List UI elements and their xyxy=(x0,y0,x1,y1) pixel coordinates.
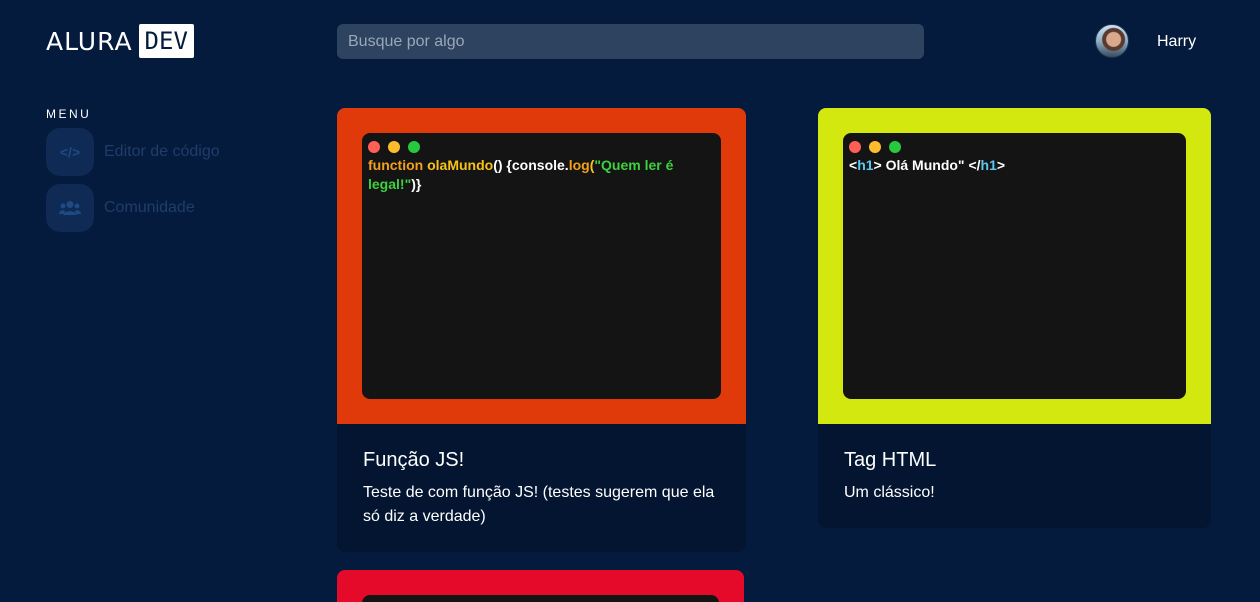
card-title: Tag HTML xyxy=(844,449,937,471)
sidebar-item-editor[interactable]: </> Editor de código xyxy=(46,128,220,176)
logo[interactable]: ALURA DEV xyxy=(46,24,194,58)
code-editor xyxy=(362,595,719,602)
maximize-dot-icon xyxy=(408,141,420,153)
menu-label: MENU xyxy=(46,107,92,121)
code-editor: <h1> Olá Mundo" </h1> xyxy=(843,133,1186,399)
minimize-dot-icon xyxy=(388,141,400,153)
minimize-dot-icon xyxy=(869,141,881,153)
sidebar-item-label: Comunidade xyxy=(104,199,195,216)
avatar[interactable] xyxy=(1095,24,1129,58)
window-dots xyxy=(849,141,1180,153)
card-info: Função JS! Teste de com função JS! (test… xyxy=(337,424,746,552)
code-function-name: olaMundo xyxy=(427,157,494,173)
code-punct: )} xyxy=(411,176,422,192)
card-description: Um clássico! xyxy=(844,484,935,501)
project-card[interactable] xyxy=(337,570,744,602)
logo-badge: DEV xyxy=(138,24,194,58)
close-dot-icon xyxy=(368,141,380,153)
code-editor: function olaMundo() {console.log("Quem l… xyxy=(362,133,721,399)
code-tag: h1 xyxy=(857,157,874,173)
code-punct: () { xyxy=(493,157,512,173)
code-text: > Olá Mundo" </ xyxy=(873,157,981,173)
card-description: Teste de com função JS! (testes sugerem … xyxy=(363,484,715,525)
code-object: console xyxy=(511,157,565,173)
code-keyword: function xyxy=(368,157,428,173)
code-tag: h1 xyxy=(980,157,997,173)
code-icon: </> xyxy=(46,128,94,176)
card-info: Tag HTML Um clássico! xyxy=(818,424,1211,528)
code-punct: > xyxy=(996,157,1006,173)
code-content: function olaMundo() {console.log("Quem l… xyxy=(368,156,715,194)
project-card[interactable]: <h1> Olá Mundo" </h1> Tag HTML Um clássi… xyxy=(818,108,1211,528)
card-preview[interactable]: function olaMundo() {console.log("Quem l… xyxy=(337,108,746,424)
close-dot-icon xyxy=(849,141,861,153)
card-title: Função JS! xyxy=(363,449,465,471)
project-card[interactable]: function olaMundo() {console.log("Quem l… xyxy=(337,108,746,552)
logo-text: ALURA xyxy=(46,26,133,56)
sidebar-item-label: Editor de código xyxy=(104,143,220,160)
window-dots xyxy=(368,141,715,153)
maximize-dot-icon xyxy=(889,141,901,153)
username[interactable]: Harry xyxy=(1157,33,1196,51)
card-preview[interactable]: <h1> Olá Mundo" </h1> xyxy=(818,108,1211,424)
search-input[interactable] xyxy=(337,24,924,59)
code-punct: < xyxy=(849,157,858,173)
users-icon-svg xyxy=(59,201,81,215)
sidebar-item-comunidade[interactable]: Comunidade xyxy=(46,184,195,232)
code-content: <h1> Olá Mundo" </h1> xyxy=(849,156,1180,175)
code-method: log xyxy=(568,157,590,173)
users-icon xyxy=(46,184,94,232)
